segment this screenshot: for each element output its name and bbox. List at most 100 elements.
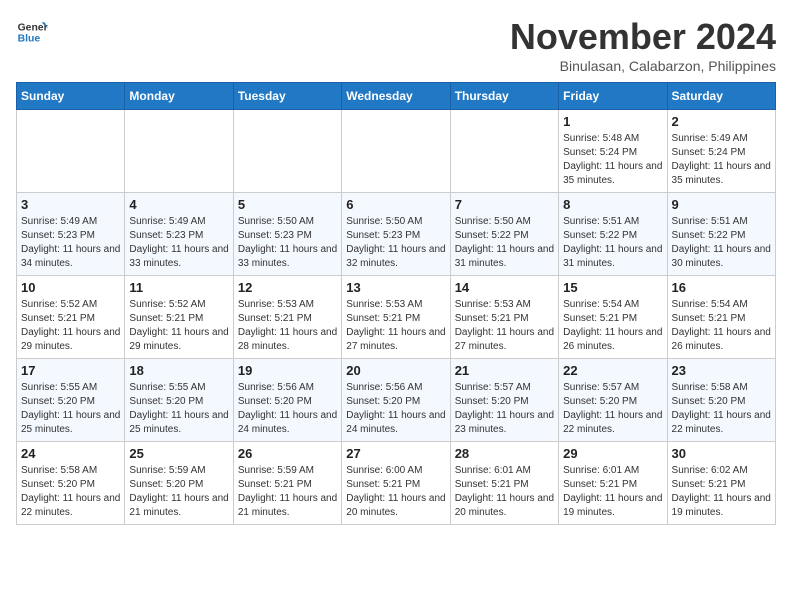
cell-content: 10 Sunrise: 5:52 AM Sunset: 5:21 PM Dayli…: [21, 280, 120, 354]
calendar-table: SundayMondayTuesdayWednesdayThursdayFrid…: [16, 82, 776, 525]
calendar-cell: 17Sunrise: 5:55 AM Sunset: 5:20 PM Dayli…: [17, 359, 125, 442]
cell-content: 9Sunrise: 5:51 AM Sunset: 5:22 PM Daylig…: [672, 197, 771, 271]
day-info: Sunrise: 6:01 AM Sunset: 5:21 PM Dayligh…: [455, 464, 554, 520]
cell-content: 21 Sunrise: 5:57 AM Sunset: 5:20 PM Dayli…: [455, 363, 554, 437]
cell-content: 25Sunrise: 5:59 AM Sunset: 5:20 PM Dayli…: [129, 446, 228, 520]
day-number: 11: [129, 280, 228, 295]
calendar-cell: [233, 110, 341, 193]
weekday-header-monday: Monday: [125, 83, 233, 110]
day-number: 13: [346, 280, 445, 295]
day-number: 14: [455, 280, 554, 295]
calendar-cell: 19 Sunrise: 5:56 AM Sunset: 5:20 PM Dayli…: [233, 359, 341, 442]
day-number: 12: [238, 280, 337, 295]
day-info: Sunrise: 5:57 AM Sunset: 5:20 PM Dayligh…: [455, 381, 554, 437]
day-number: 21: [455, 363, 554, 378]
day-number: 10: [21, 280, 120, 295]
calendar-week-5: 24 Sunrise: 5:58 AM Sunset: 5:20 PM Dayli…: [17, 442, 776, 525]
calendar-cell: 9Sunrise: 5:51 AM Sunset: 5:22 PM Daylig…: [667, 193, 775, 276]
weekday-header-tuesday: Tuesday: [233, 83, 341, 110]
day-number: 23: [672, 363, 771, 378]
day-number: 18: [129, 363, 228, 378]
weekday-header-sunday: Sunday: [17, 83, 125, 110]
calendar-week-3: 10 Sunrise: 5:52 AM Sunset: 5:21 PM Dayli…: [17, 276, 776, 359]
calendar-cell: 21 Sunrise: 5:57 AM Sunset: 5:20 PM Dayli…: [450, 359, 558, 442]
day-number: 19: [238, 363, 337, 378]
day-number: 29: [563, 446, 662, 461]
cell-content: 11 Sunrise: 5:52 AM Sunset: 5:21 PM Dayli…: [129, 280, 228, 354]
day-number: 2: [672, 114, 771, 129]
day-info: Sunrise: 5:53 AM Sunset: 5:21 PM Dayligh…: [455, 298, 554, 354]
logo-icon: General Blue: [16, 16, 48, 48]
calendar-cell: 8Sunrise: 5:51 AM Sunset: 5:22 PM Daylig…: [559, 193, 667, 276]
day-info: Sunrise: 6:00 AM Sunset: 5:21 PM Dayligh…: [346, 464, 445, 520]
day-number: 1: [563, 114, 662, 129]
cell-content: 1Sunrise: 5:48 AM Sunset: 5:24 PM Daylig…: [563, 114, 662, 188]
calendar-cell: 11 Sunrise: 5:52 AM Sunset: 5:21 PM Dayli…: [125, 276, 233, 359]
calendar-cell: 6Sunrise: 5:50 AM Sunset: 5:23 PM Daylig…: [342, 193, 450, 276]
cell-content: 15Sunrise: 5:54 AM Sunset: 5:21 PM Dayli…: [563, 280, 662, 354]
calendar-cell: 16 Sunrise: 5:54 AM Sunset: 5:21 PM Dayli…: [667, 276, 775, 359]
day-info: Sunrise: 5:53 AM Sunset: 5:21 PM Dayligh…: [238, 298, 337, 354]
day-info: Sunrise: 5:56 AM Sunset: 5:20 PM Dayligh…: [238, 381, 337, 437]
calendar-week-2: 3 Sunrise: 5:49 AM Sunset: 5:23 PM Daylig…: [17, 193, 776, 276]
day-number: 7: [455, 197, 554, 212]
day-number: 3: [21, 197, 120, 212]
calendar-week-1: 1Sunrise: 5:48 AM Sunset: 5:24 PM Daylig…: [17, 110, 776, 193]
calendar-cell: 2Sunrise: 5:49 AM Sunset: 5:24 PM Daylig…: [667, 110, 775, 193]
day-info: Sunrise: 5:56 AM Sunset: 5:20 PM Dayligh…: [346, 381, 445, 437]
day-info: Sunrise: 5:49 AM Sunset: 5:23 PM Dayligh…: [129, 215, 228, 271]
cell-content: 20Sunrise: 5:56 AM Sunset: 5:20 PM Dayli…: [346, 363, 445, 437]
cell-content: 24 Sunrise: 5:58 AM Sunset: 5:20 PM Dayli…: [21, 446, 120, 520]
day-info: Sunrise: 5:52 AM Sunset: 5:21 PM Dayligh…: [129, 298, 228, 354]
day-info: Sunrise: 5:52 AM Sunset: 5:21 PM Dayligh…: [21, 298, 120, 354]
cell-content: 8Sunrise: 5:51 AM Sunset: 5:22 PM Daylig…: [563, 197, 662, 271]
calendar-cell: 7Sunrise: 5:50 AM Sunset: 5:22 PM Daylig…: [450, 193, 558, 276]
calendar-cell: 18 Sunrise: 5:55 AM Sunset: 5:20 PM Dayli…: [125, 359, 233, 442]
calendar-cell: 24 Sunrise: 5:58 AM Sunset: 5:20 PM Dayli…: [17, 442, 125, 525]
calendar-cell: [342, 110, 450, 193]
calendar-cell: 1Sunrise: 5:48 AM Sunset: 5:24 PM Daylig…: [559, 110, 667, 193]
day-info: Sunrise: 5:51 AM Sunset: 5:22 PM Dayligh…: [563, 215, 662, 271]
day-number: 16: [672, 280, 771, 295]
calendar-cell: 25Sunrise: 5:59 AM Sunset: 5:20 PM Dayli…: [125, 442, 233, 525]
day-info: Sunrise: 5:58 AM Sunset: 5:20 PM Dayligh…: [672, 381, 771, 437]
day-number: 24: [21, 446, 120, 461]
cell-content: 18 Sunrise: 5:55 AM Sunset: 5:20 PM Dayli…: [129, 363, 228, 437]
day-number: 6: [346, 197, 445, 212]
weekday-header-saturday: Saturday: [667, 83, 775, 110]
cell-content: 29Sunrise: 6:01 AM Sunset: 5:21 PM Dayli…: [563, 446, 662, 520]
location: Binulasan, Calabarzon, Philippines: [510, 58, 776, 74]
cell-content: 19 Sunrise: 5:56 AM Sunset: 5:20 PM Dayli…: [238, 363, 337, 437]
cell-content: 4 Sunrise: 5:49 AM Sunset: 5:23 PM Daylig…: [129, 197, 228, 271]
day-info: Sunrise: 5:59 AM Sunset: 5:21 PM Dayligh…: [238, 464, 337, 520]
day-number: 30: [672, 446, 771, 461]
cell-content: 26 Sunrise: 5:59 AM Sunset: 5:21 PM Dayli…: [238, 446, 337, 520]
calendar-cell: 4 Sunrise: 5:49 AM Sunset: 5:23 PM Daylig…: [125, 193, 233, 276]
cell-content: 13Sunrise: 5:53 AM Sunset: 5:21 PM Dayli…: [346, 280, 445, 354]
day-info: Sunrise: 5:58 AM Sunset: 5:20 PM Dayligh…: [21, 464, 120, 520]
calendar-cell: 13Sunrise: 5:53 AM Sunset: 5:21 PM Dayli…: [342, 276, 450, 359]
weekday-header-wednesday: Wednesday: [342, 83, 450, 110]
day-number: 26: [238, 446, 337, 461]
calendar-cell: [125, 110, 233, 193]
calendar-cell: 5Sunrise: 5:50 AM Sunset: 5:23 PM Daylig…: [233, 193, 341, 276]
day-number: 28: [455, 446, 554, 461]
cell-content: 27Sunrise: 6:00 AM Sunset: 5:21 PM Dayli…: [346, 446, 445, 520]
cell-content: 30Sunrise: 6:02 AM Sunset: 5:21 PM Dayli…: [672, 446, 771, 520]
day-number: 17: [21, 363, 120, 378]
day-info: Sunrise: 5:50 AM Sunset: 5:23 PM Dayligh…: [238, 215, 337, 271]
cell-content: 7Sunrise: 5:50 AM Sunset: 5:22 PM Daylig…: [455, 197, 554, 271]
day-info: Sunrise: 5:55 AM Sunset: 5:20 PM Dayligh…: [129, 381, 228, 437]
cell-content: 12 Sunrise: 5:53 AM Sunset: 5:21 PM Dayli…: [238, 280, 337, 354]
calendar-cell: [17, 110, 125, 193]
day-info: Sunrise: 5:54 AM Sunset: 5:21 PM Dayligh…: [672, 298, 771, 354]
day-info: Sunrise: 5:57 AM Sunset: 5:20 PM Dayligh…: [563, 381, 662, 437]
calendar-cell: 30Sunrise: 6:02 AM Sunset: 5:21 PM Dayli…: [667, 442, 775, 525]
calendar-cell: 14 Sunrise: 5:53 AM Sunset: 5:21 PM Dayli…: [450, 276, 558, 359]
day-info: Sunrise: 5:59 AM Sunset: 5:20 PM Dayligh…: [129, 464, 228, 520]
page-header: General Blue November 2024 Binulasan, Ca…: [16, 16, 776, 74]
cell-content: 5Sunrise: 5:50 AM Sunset: 5:23 PM Daylig…: [238, 197, 337, 271]
calendar-cell: 28 Sunrise: 6:01 AM Sunset: 5:21 PM Dayli…: [450, 442, 558, 525]
weekday-header-friday: Friday: [559, 83, 667, 110]
day-number: 4: [129, 197, 228, 212]
